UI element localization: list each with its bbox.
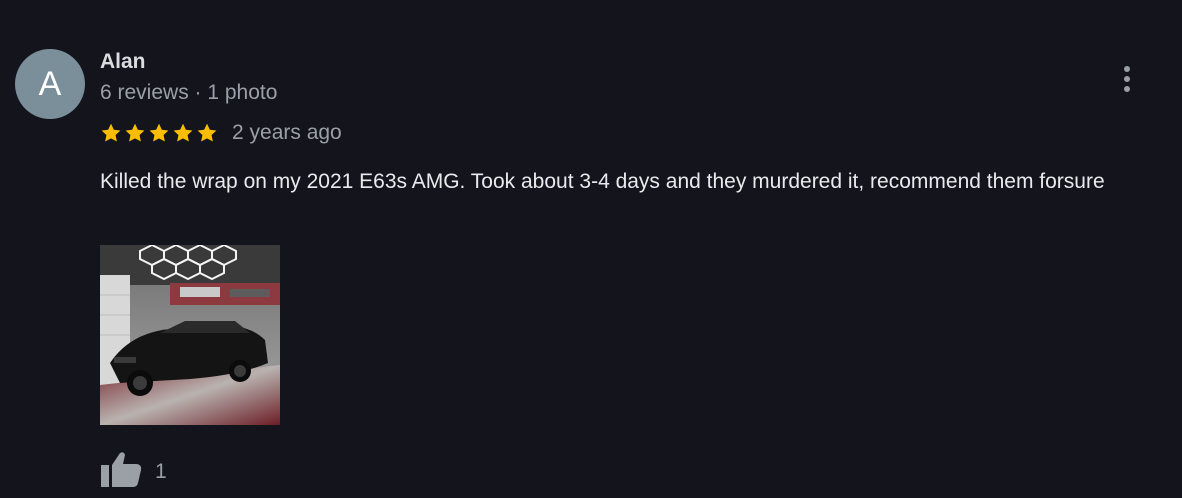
avatar[interactable]: A [15, 49, 85, 119]
rating-row: 2 years ago [100, 120, 342, 146]
more-vert-icon[interactable] [1112, 62, 1142, 96]
star-icon [196, 122, 218, 144]
star-rating [100, 122, 218, 144]
star-icon [172, 122, 194, 144]
star-icon [124, 122, 146, 144]
review-photo[interactable] [100, 245, 280, 425]
thumbs-up-icon [100, 451, 142, 492]
avatar-letter: A [38, 65, 62, 103]
review-age: 2 years ago [232, 121, 342, 144]
review-card: A Alan 6 reviews · 1 photo 2 years ago K… [0, 0, 1182, 498]
star-icon [100, 122, 122, 144]
like-button[interactable]: 1 [100, 451, 167, 492]
like-count: 1 [155, 459, 167, 483]
author-meta: 6 reviews · 1 photo [100, 81, 278, 104]
review-text: Killed the wrap on my 2021 E63s AMG. Too… [100, 170, 1105, 193]
author-name[interactable]: Alan [100, 50, 146, 74]
star-icon [148, 122, 170, 144]
